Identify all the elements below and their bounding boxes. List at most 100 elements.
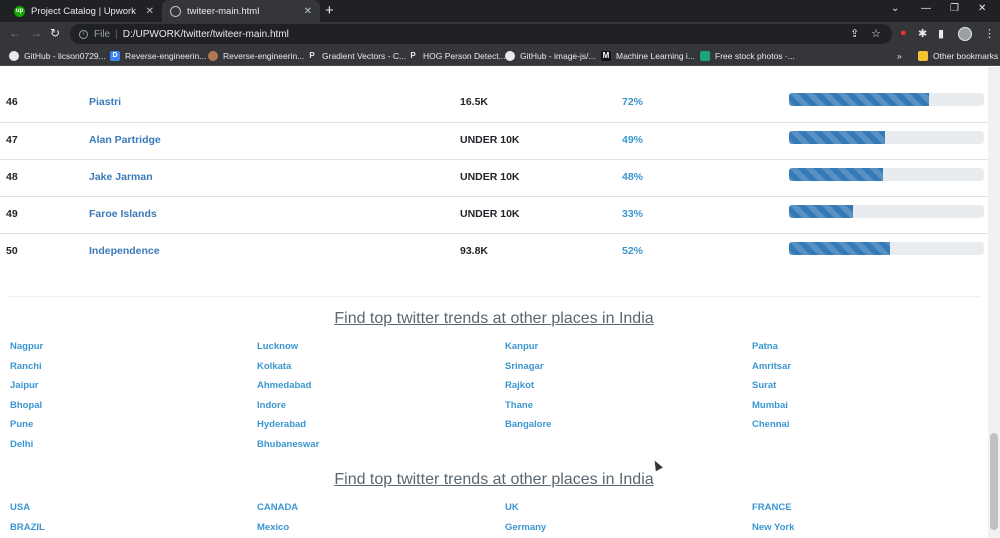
place-link[interactable]: BRAZIL xyxy=(10,522,45,533)
place-link[interactable]: USA xyxy=(10,502,30,513)
place-link[interactable]: Germany xyxy=(505,522,546,533)
trend-rank: 49 xyxy=(6,208,18,220)
m-icon: M xyxy=(601,50,611,61)
bookmark-item[interactable]: Reverse-engineerin... xyxy=(208,46,304,65)
page-viewport: 46 Piastri 16.5K 72% 47 Alan Partridge UNDER 1… xyxy=(0,67,988,538)
place-link[interactable]: Ahmedabad xyxy=(257,380,311,391)
place-link[interactable]: Lucknow xyxy=(257,341,298,352)
place-link[interactable]: Rajkot xyxy=(505,380,534,391)
bookmark-label: HOG Person Detect... xyxy=(423,50,506,61)
section-divider xyxy=(8,296,980,297)
restore-icon[interactable]: ❐ xyxy=(950,3,959,14)
place-link[interactable]: CANADA xyxy=(257,502,298,513)
world-places-heading[interactable]: Find top twitter trends at other places … xyxy=(0,471,988,489)
bookmark-label: Reverse-engineerin... xyxy=(125,50,207,61)
table-row: 50 Independence 93.8K 52% xyxy=(0,233,988,270)
bookmark-label: Free stock photos ·... xyxy=(715,50,795,61)
trend-name-link[interactable]: Independence xyxy=(89,245,160,257)
place-link[interactable]: Kanpur xyxy=(505,341,538,352)
place-link[interactable]: Indore xyxy=(257,400,286,411)
place-link[interactable]: Patna xyxy=(752,341,778,352)
bookmark-item[interactable]: GitHub - licson0729... xyxy=(9,46,106,65)
share-icon[interactable]: ⇪ xyxy=(850,27,859,40)
chevron-down-icon[interactable]: ⌄ xyxy=(891,3,899,14)
bookmark-item[interactable]: M Machine Learning i... xyxy=(601,46,695,65)
window-close-icon[interactable]: ✕ xyxy=(978,3,986,14)
tab-title: Project Catalog | Upwork xyxy=(31,5,136,17)
extension-icon[interactable]: ● xyxy=(900,27,907,39)
table-row: 46 Piastri 16.5K 72% xyxy=(0,85,988,122)
minimize-icon[interactable]: — xyxy=(921,3,931,14)
close-tab-icon[interactable]: ✕ xyxy=(304,6,312,17)
close-tab-icon[interactable]: ✕ xyxy=(146,6,154,17)
place-link[interactable]: Ranchi xyxy=(10,361,42,372)
place-link[interactable]: Amritsar xyxy=(752,361,791,372)
info-icon[interactable]: i xyxy=(79,29,88,39)
star-icon[interactable]: ☆ xyxy=(871,27,881,40)
folder-icon xyxy=(918,50,928,61)
trend-progress-fill xyxy=(789,205,854,218)
forward-icon[interactable]: → xyxy=(30,26,42,40)
page-scrollbar[interactable] xyxy=(988,67,1000,538)
trend-volume: 16.5K xyxy=(460,96,489,108)
upwork-icon: up xyxy=(14,5,25,17)
bookmarks-overflow[interactable]: » xyxy=(897,46,902,65)
place-link[interactable]: Delhi xyxy=(10,439,33,450)
place-link[interactable]: Thane xyxy=(505,400,533,411)
url-scheme: File xyxy=(94,28,111,40)
scrollbar-thumb[interactable] xyxy=(990,433,998,530)
bookmark-label: Other bookmarks xyxy=(933,50,999,61)
place-link[interactable]: Bangalore xyxy=(505,419,551,430)
place-link[interactable]: Nagpur xyxy=(10,341,43,352)
side-panel-icon[interactable]: ▮ xyxy=(938,27,944,40)
bookmarks-bar: GitHub - licson0729... D Reverse-engineer… xyxy=(0,46,1000,66)
place-link[interactable]: Chennai xyxy=(752,419,789,430)
table-row: 49 Faroe Islands UNDER 10K 33% xyxy=(0,196,988,233)
trend-progress-track xyxy=(789,205,984,218)
trend-name-link[interactable]: Faroe Islands xyxy=(89,208,157,220)
puzzle-icon[interactable]: ✱ xyxy=(918,27,927,40)
bookmark-item[interactable]: P HOG Person Detect... xyxy=(408,46,506,65)
bookmark-item[interactable]: Free stock photos ·... xyxy=(700,46,795,65)
trend-name-link[interactable]: Alan Partridge xyxy=(89,134,161,146)
trend-name-link[interactable]: Piastri xyxy=(89,96,121,108)
address-bar[interactable]: i File | D:/UPWORK/twitter/twiteer-main.… xyxy=(70,24,892,44)
trend-rank: 47 xyxy=(6,134,18,146)
reload-icon[interactable]: ↻ xyxy=(50,26,60,40)
place-link[interactable]: Hyderabad xyxy=(257,419,306,430)
place-link[interactable]: Mexico xyxy=(257,522,289,533)
place-link[interactable]: Surat xyxy=(752,380,776,391)
trend-percent: 72% xyxy=(622,96,644,108)
place-link[interactable]: Mumbai xyxy=(752,400,788,411)
github-icon xyxy=(9,50,19,61)
place-link[interactable]: Pune xyxy=(10,419,33,430)
place-link[interactable]: Bhopal xyxy=(10,400,42,411)
trend-volume: UNDER 10K xyxy=(460,208,520,220)
place-link[interactable]: Kolkata xyxy=(257,361,291,372)
trend-progress-track xyxy=(789,93,984,106)
tab-project-catalog[interactable]: up Project Catalog | Upwork ✕ xyxy=(6,0,162,22)
trend-name-link[interactable]: Jake Jarman xyxy=(89,171,153,183)
place-link[interactable]: Jaipur xyxy=(10,380,39,391)
place-link[interactable]: New York xyxy=(752,522,794,533)
bookmark-item[interactable]: GitHub - image-js/... xyxy=(505,46,596,65)
p-icon: P xyxy=(307,50,317,61)
india-places-heading[interactable]: Find top twitter trends at other places … xyxy=(0,310,988,328)
other-bookmarks[interactable]: Other bookmarks xyxy=(918,46,998,65)
trend-percent: 52% xyxy=(622,245,644,257)
trend-rank: 46 xyxy=(6,96,18,108)
new-tab-icon[interactable]: + xyxy=(325,2,334,19)
place-link[interactable]: UK xyxy=(505,502,519,513)
place-link[interactable]: Srinagar xyxy=(505,361,544,372)
back-icon[interactable]: ← xyxy=(9,26,21,40)
kebab-menu-icon[interactable]: ⋮ xyxy=(984,27,995,40)
bookmark-item[interactable]: D Reverse-engineerin... xyxy=(110,46,206,65)
place-link[interactable]: Bhubaneswar xyxy=(257,439,319,450)
place-link[interactable]: FRANCE xyxy=(752,502,792,513)
trend-progress-fill xyxy=(789,93,930,106)
tab-title: twiteer-main.html xyxy=(187,5,260,17)
tab-twiteer-main[interactable]: twiteer-main.html ✕ xyxy=(162,0,320,22)
bookmark-item[interactable]: P Gradient Vectors - C... xyxy=(307,46,406,65)
profile-avatar[interactable] xyxy=(958,27,972,41)
trend-percent: 33% xyxy=(622,208,644,220)
